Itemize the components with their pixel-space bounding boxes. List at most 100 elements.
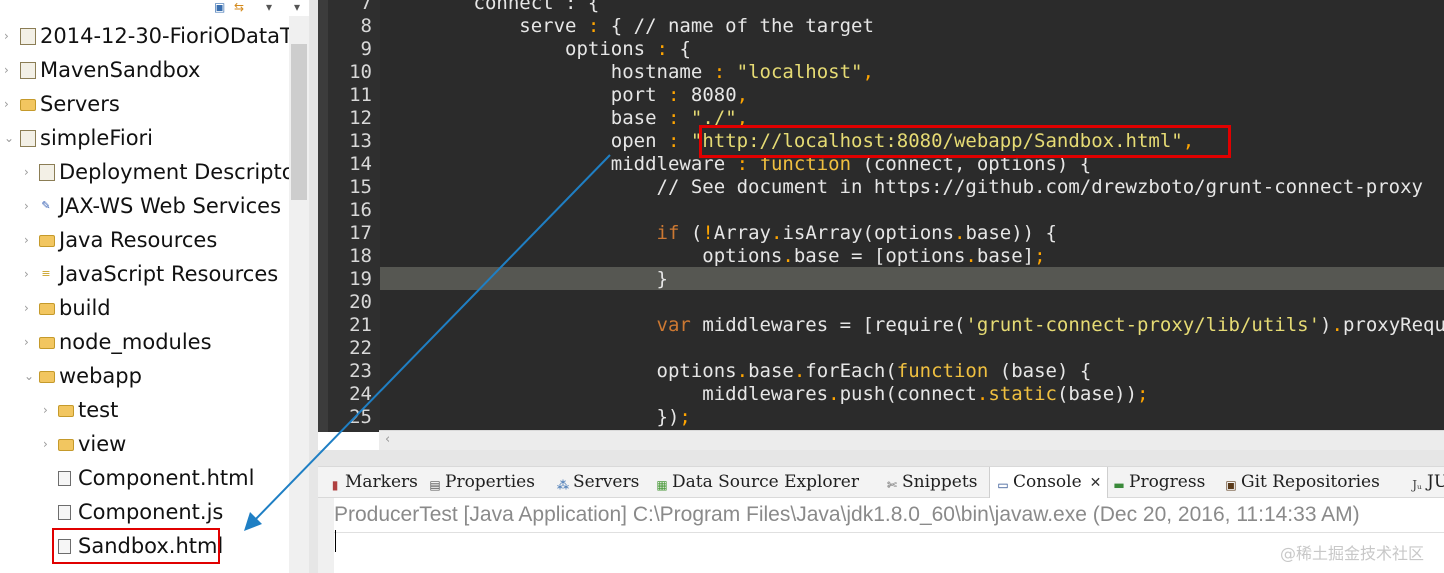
code-line: if (!Array.isArray(options.base)) { bbox=[656, 222, 1057, 244]
js-file-icon bbox=[58, 505, 71, 520]
expand-icon[interactable]: › bbox=[4, 19, 16, 53]
pane-divider[interactable] bbox=[309, 0, 318, 573]
tree-item-label: node_modules bbox=[59, 330, 212, 354]
close-icon[interactable]: ✕ bbox=[1090, 475, 1102, 491]
data-source-icon: ▦ bbox=[656, 478, 668, 492]
tab-label: Git Repositories bbox=[1241, 472, 1380, 492]
project-icon bbox=[20, 130, 36, 147]
javascript-resources-icon: ≡ bbox=[41, 267, 51, 280]
tree-item-label: 2014-12-30-FioriODataTe bbox=[40, 24, 303, 48]
expand-icon[interactable]: › bbox=[24, 257, 36, 291]
code-line: }); bbox=[382, 406, 691, 428]
divider bbox=[334, 532, 1444, 533]
tab-console[interactable]: ▭ Console ✕ bbox=[989, 467, 1109, 498]
text-caret bbox=[335, 530, 336, 552]
expand-icon[interactable]: › bbox=[43, 427, 55, 461]
expand-icon[interactable]: › bbox=[4, 87, 16, 121]
line-number: 20 bbox=[349, 291, 372, 313]
tab-label: Properties bbox=[445, 472, 535, 492]
tree-item-label: Component.js bbox=[78, 500, 224, 524]
collapse-icon[interactable]: ⌄ bbox=[24, 359, 36, 393]
tree-item-label: Component.html bbox=[78, 466, 255, 490]
code-line: port : 8080, bbox=[382, 84, 749, 106]
explorer-toolbar: ▣ ⇆ ▾ ▾ bbox=[210, 0, 318, 16]
tab-label: Data Source Explorer bbox=[672, 472, 859, 492]
expand-icon[interactable]: › bbox=[4, 53, 16, 87]
line-number: 24 bbox=[349, 383, 372, 405]
sandbox-highlight-box bbox=[52, 528, 220, 564]
collapse-icon[interactable]: ⌄ bbox=[4, 121, 16, 155]
java-resources-icon bbox=[39, 235, 55, 247]
expand-icon[interactable]: › bbox=[24, 155, 36, 189]
tree-item-label: JAX-WS Web Services bbox=[59, 194, 282, 218]
code-line: } bbox=[382, 268, 668, 290]
folder-open-icon bbox=[39, 371, 55, 383]
folder-icon bbox=[39, 337, 55, 349]
tree-item-label: test bbox=[78, 398, 119, 422]
servers-icon: ⁂ bbox=[557, 478, 569, 492]
collapse-all-icon[interactable]: ▣ bbox=[214, 0, 225, 14]
code-line: options.base = [options.base]; bbox=[382, 245, 1046, 267]
expand-icon[interactable]: › bbox=[24, 291, 36, 325]
tab-progress[interactable]: ▬ Progress bbox=[1112, 467, 1205, 498]
explorer-scrollbar[interactable] bbox=[289, 16, 309, 573]
properties-icon: ▤ bbox=[429, 478, 441, 492]
progress-icon: ▬ bbox=[1113, 478, 1125, 492]
html-file-icon bbox=[58, 471, 71, 486]
tab-label: Markers bbox=[345, 472, 418, 492]
scrollbar-thumb[interactable] bbox=[291, 44, 307, 200]
line-number: 12 bbox=[349, 107, 372, 129]
web-services-icon: ✎ bbox=[41, 199, 51, 212]
code-line: var middlewares = [require('grunt-connec… bbox=[656, 314, 1444, 336]
line-number: 9 bbox=[360, 38, 372, 60]
code-line: serve : { // name of the target bbox=[382, 15, 874, 37]
tab-snippets[interactable]: ✄ Snippets bbox=[885, 467, 977, 498]
tab-properties[interactable]: ▤ Properties bbox=[428, 467, 535, 498]
line-number: 8 bbox=[360, 15, 372, 37]
link-editor-icon[interactable]: ⇆ bbox=[234, 0, 244, 14]
folder-icon bbox=[58, 405, 74, 417]
expand-icon[interactable]: › bbox=[24, 189, 36, 223]
code-line: base : "./", bbox=[382, 107, 749, 129]
markers-icon: ▮ bbox=[331, 478, 339, 492]
console-process-title: ProducerTest [Java Application] C:\Progr… bbox=[334, 503, 1360, 526]
expand-icon[interactable]: › bbox=[43, 393, 55, 427]
tree-item-label: JavaScript Resources bbox=[59, 262, 279, 286]
folder-icon bbox=[39, 303, 55, 315]
line-numbers: 7 8 9 10 11 12 13 14 15 16 17 18 19 20 2… bbox=[328, 0, 380, 432]
tab-junit[interactable]: Jᵤ JU bbox=[1410, 467, 1444, 498]
tab-data-source-explorer[interactable]: ▦ Data Source Explorer bbox=[655, 467, 859, 498]
scroll-left-icon[interactable]: ‹ bbox=[385, 432, 390, 447]
minimize-icon[interactable]: ▾ bbox=[294, 0, 300, 14]
view-menu-icon[interactable]: ▾ bbox=[266, 0, 272, 14]
line-number: 19 bbox=[349, 268, 372, 290]
console-gutter bbox=[318, 498, 334, 573]
deployment-descriptor-icon bbox=[39, 164, 55, 181]
tab-markers[interactable]: ▮ Markers bbox=[328, 467, 418, 498]
line-number: 15 bbox=[349, 176, 372, 198]
tab-label: Servers bbox=[573, 472, 640, 492]
code-line: connect : { bbox=[382, 0, 600, 14]
tab-label: JU bbox=[1427, 472, 1444, 492]
line-number: 10 bbox=[349, 61, 372, 83]
url-highlight-box bbox=[699, 125, 1231, 158]
line-number: 11 bbox=[349, 84, 372, 106]
editor-horizontal-scrollbar[interactable]: ‹ bbox=[379, 430, 1444, 451]
line-number: 21 bbox=[349, 314, 372, 336]
line-number: 23 bbox=[349, 360, 372, 382]
panel-divider[interactable] bbox=[318, 450, 1444, 466]
tab-servers[interactable]: ⁂ Servers bbox=[556, 467, 639, 498]
code-editor[interactable]: 7 8 9 10 11 12 13 14 15 16 17 18 19 20 2… bbox=[318, 0, 1444, 432]
folder-icon bbox=[58, 439, 74, 451]
line-number: 17 bbox=[349, 222, 372, 244]
console-icon: ▭ bbox=[997, 478, 1009, 492]
code-line: options : { bbox=[382, 38, 691, 60]
expand-icon[interactable]: › bbox=[24, 223, 36, 257]
console-view[interactable]: ProducerTest [Java Application] C:\Progr… bbox=[318, 498, 1444, 573]
code-line: options.base.forEach(function (base) { bbox=[382, 360, 1092, 382]
tab-git-repositories[interactable]: ▣ Git Repositories bbox=[1224, 467, 1380, 498]
tab-label: Snippets bbox=[902, 472, 978, 492]
tree-item-label: Java Resources bbox=[59, 228, 218, 252]
line-number: 25 bbox=[349, 406, 372, 428]
expand-icon[interactable]: › bbox=[24, 325, 36, 359]
